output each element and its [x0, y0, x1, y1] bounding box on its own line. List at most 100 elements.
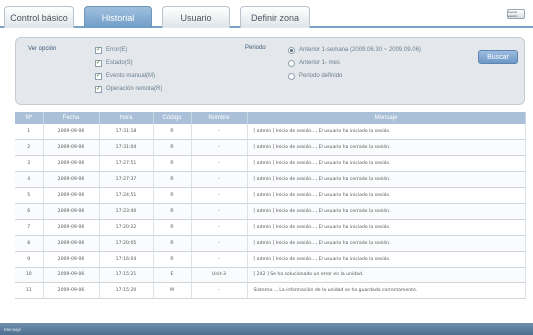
table-cell: - [191, 251, 248, 268]
table-cell: [ admin ] Inicio de sesión..., El usuari… [247, 139, 526, 157]
checkbox-estado[interactable]: ✓ Estado(S) [95, 58, 133, 68]
table-row[interactable]: 3 2009-09-06 17:27:51 R -[ admin ] Inicio de… [15, 155, 526, 173]
table-row[interactable]: 9 2009-09-06 17:16:04 R -[ admin ] Inicio de… [15, 251, 526, 268]
periodo-label: Periodo [245, 45, 266, 51]
table-cell: R [153, 219, 192, 236]
table-cell: - [191, 171, 248, 189]
table-cell: [ admin ] Inicio de sesión..., El usuari… [247, 203, 526, 220]
table-cell: 17:20:05 [99, 235, 154, 252]
filter-options-panel: Ver opción ✓ Error(E) ✓ Estado(S) ✓ Even… [15, 37, 525, 105]
table-cell: - [191, 139, 248, 157]
column-header[interactable]: Código [153, 112, 192, 124]
table-cell: 11 [15, 282, 44, 300]
logout-button[interactable]: Cerrar sesión [507, 9, 525, 19]
table-cell: 17:31:18 [99, 124, 154, 141]
table-row[interactable]: 10 2009-09-06 17:15:21 E Unit-3[ 242 ] Se ha… [15, 267, 526, 284]
table-cell: R [153, 171, 192, 189]
radio-icon [288, 72, 295, 80]
table-cell: 6 [15, 203, 44, 220]
checkbox-error[interactable]: ✓ Error(E) [95, 45, 127, 55]
table-header-row: Nº Fecha Hora Código Nombre Mensaje [15, 112, 526, 124]
radio-periodo-definido[interactable]: Periodo definido [288, 71, 342, 81]
logout-label: Cerrar sesión [508, 10, 518, 18]
column-header[interactable]: Mensaje [247, 112, 526, 124]
table-cell: Sistema..., La información de la unidad … [247, 282, 526, 300]
search-button[interactable]: Buscar [478, 50, 518, 64]
checkbox-operacion-remota[interactable]: ✓ Operación remota(R) [95, 84, 162, 94]
table-cell: 2009-09-06 [43, 251, 100, 268]
table-row[interactable]: 5 2009-09-06 17:24:51 R -[ admin ] Inicio de… [15, 187, 526, 204]
checkbox-evento-manual[interactable]: ✓ Evento manual(M) [95, 71, 155, 81]
table-cell: - [191, 203, 248, 220]
table-cell: R [153, 155, 192, 173]
table-cell: 5 [15, 187, 44, 204]
radio-icon [288, 59, 295, 67]
table-row[interactable]: 11 2009-09-06 17:15:20 M - Sistema..., La inf… [15, 282, 526, 300]
checkbox-label: Estado(S) [106, 60, 133, 66]
tab-label: Historial [101, 12, 135, 23]
table-cell: 2009-09-06 [43, 203, 100, 220]
radio-selected-icon [288, 46, 295, 54]
table-row[interactable]: 2 2009-09-06 17:31:04 R -[ admin ] Inicio de… [15, 139, 526, 157]
tab-label: Usuario [180, 12, 212, 23]
table-cell: [ admin ] Inicio de sesión..., El usuari… [247, 155, 526, 173]
table-cell: 2009-09-06 [43, 187, 100, 204]
table-cell: 17:31:04 [99, 139, 154, 157]
table-cell: [ 242 ] Se ha solucionado un error en la… [247, 267, 526, 284]
table-cell: 17:16:04 [99, 251, 154, 268]
table-cell: 17:20:22 [99, 219, 154, 236]
table-row[interactable]: 8 2009-09-06 17:20:05 R -[ admin ] Inicio de… [15, 235, 526, 252]
table-row[interactable]: 1 2009-09-06 17:31:18 R -[ admin ] Inicio de… [15, 124, 526, 141]
table-cell: [ admin ] Inicio de sesión..., El usuari… [247, 235, 526, 252]
tab-usuario[interactable]: Usuario [162, 6, 230, 28]
table-cell: R [153, 251, 192, 268]
table-cell: E [153, 267, 192, 284]
checkbox-label: Evento manual(M) [106, 73, 156, 79]
tab-bar: Control básico Historial Usuario Definir… [0, 0, 533, 28]
table-cell: [ admin ] Inicio de sesión..., El usuari… [247, 187, 526, 204]
column-header[interactable]: Nº [15, 112, 44, 124]
radio-anterior-semana[interactable]: Anterior 1-semana (2009.06.30 ~ 2009.09.… [288, 45, 421, 55]
table-cell: R [153, 187, 192, 204]
table-cell: 4 [15, 171, 44, 189]
table-cell: 2009-09-06 [43, 171, 100, 189]
checkbox-check-icon: ✓ [95, 85, 102, 93]
table-cell: R [153, 235, 192, 252]
table-cell: 2009-09-06 [43, 155, 100, 173]
table-cell: 7 [15, 219, 44, 236]
table-cell: [ admin ] Inicio de sesión..., El usuari… [247, 219, 526, 236]
table-row[interactable]: 4 2009-09-06 17:27:37 R -[ admin ] Inicio de… [15, 171, 526, 189]
radio-anterior-mes[interactable]: Anterior 1- mes [288, 58, 340, 68]
search-button-label: Buscar [487, 53, 509, 61]
table-row[interactable]: 6 2009-09-06 17:23:40 R -[ admin ] Inicio de… [15, 203, 526, 220]
table-cell: 2009-09-06 [43, 124, 100, 141]
ver-opcion-label: Ver opción [28, 46, 57, 52]
table-cell: 17:15:21 [99, 267, 154, 284]
table-cell: [ admin ] Inicio de sesión..., El usuari… [247, 124, 526, 141]
checkbox-check-icon: ✓ [95, 59, 102, 67]
table-cell: R [153, 203, 192, 220]
checkbox-label: Operación remota(R) [106, 86, 163, 92]
table-cell: - [191, 282, 248, 300]
column-header[interactable]: Hora [99, 112, 154, 124]
table-cell: 2009-09-06 [43, 267, 100, 284]
tab-definir-zona[interactable]: Definir zona [240, 6, 310, 28]
table-cell: 17:23:40 [99, 203, 154, 220]
table-cell: - [191, 235, 248, 252]
table-cell: 8 [15, 235, 44, 252]
table-cell: R [153, 139, 192, 157]
tab-control-basico[interactable]: Control básico [4, 6, 74, 28]
checkbox-label: Error(E) [106, 47, 128, 53]
table-cell: 17:15:20 [99, 282, 154, 300]
table-row[interactable]: 7 2009-09-06 17:20:22 R -[ admin ] Inicio de… [15, 219, 526, 236]
table-cell: - [191, 124, 248, 141]
table-cell: 17:27:51 [99, 155, 154, 173]
table-cell: 17:27:37 [99, 171, 154, 189]
column-header[interactable]: Fecha [43, 112, 100, 124]
table-cell: 1 [15, 124, 44, 141]
table-cell: 17:24:51 [99, 187, 154, 204]
table-cell: [ admin ] Inicio de sesión..., El usuari… [247, 171, 526, 189]
column-header[interactable]: Nombre [191, 112, 248, 124]
table-cell: 3 [15, 155, 44, 173]
tab-historial[interactable]: Historial [84, 6, 152, 28]
